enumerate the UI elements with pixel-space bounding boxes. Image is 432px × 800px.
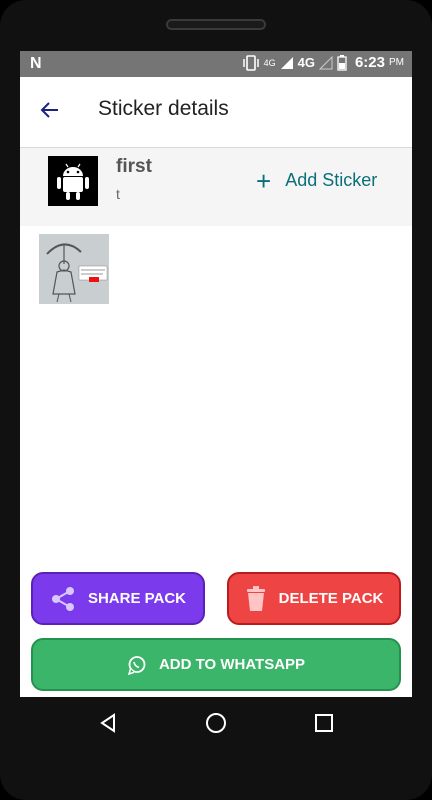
back-arrow-icon[interactable] (38, 98, 62, 122)
signal-empty-icon (318, 55, 333, 69)
network-type-label: 4G (297, 55, 315, 70)
app-bar: Sticker details (20, 77, 412, 148)
add-sticker-button[interactable]: + Add Sticker (256, 165, 378, 196)
android-robot-icon (57, 163, 89, 200)
share-icon (51, 586, 74, 611)
system-nav-bar (0, 697, 432, 749)
delete-pack-button[interactable]: DELETE PACK (227, 572, 401, 625)
clock-ampm: PM (389, 57, 404, 68)
screen: N 4G 4G 6:23 PM Sticker details first t … (20, 51, 412, 697)
nav-recents-icon[interactable] (312, 711, 336, 735)
trash-icon (246, 585, 265, 611)
status-bar: N 4G 4G 6:23 PM (20, 51, 412, 77)
nav-back-icon[interactable] (96, 711, 120, 735)
signal-strength-icon (280, 56, 293, 69)
nav-home-icon[interactable] (204, 711, 228, 735)
vibrate-icon (242, 54, 259, 71)
delete-pack-label: DELETE PACK (278, 590, 384, 607)
page-title: Sticker details (98, 97, 229, 120)
add-to-whatsapp-button[interactable]: ADD TO WHATSAPP (31, 638, 401, 691)
sticker-thumbnail[interactable] (39, 234, 109, 304)
share-pack-label: SHARE PACK (87, 590, 187, 607)
plus-icon: + (256, 165, 272, 196)
status-icons: 4G 4G 6:23 PM (242, 54, 404, 71)
tray-icon (48, 156, 98, 206)
lte-label: 4G (263, 57, 276, 68)
sticker-sketch-image (39, 234, 109, 304)
share-pack-button[interactable]: SHARE PACK (31, 572, 205, 625)
battery-icon (337, 54, 347, 71)
phone-frame: N 4G 4G 6:23 PM Sticker details first t … (0, 0, 432, 800)
pack-name: first (116, 156, 152, 177)
pack-publisher: t (116, 186, 120, 202)
pack-header: first t + Add Sticker (20, 148, 412, 226)
add-sticker-label: Add Sticker (285, 170, 378, 190)
add-to-whatsapp-label: ADD TO WHATSAPP (158, 656, 306, 673)
whatsapp-icon (127, 655, 146, 675)
network-n-icon: N (30, 55, 42, 72)
clock-time: 6:23 (354, 54, 385, 71)
speaker-grille (166, 19, 266, 30)
